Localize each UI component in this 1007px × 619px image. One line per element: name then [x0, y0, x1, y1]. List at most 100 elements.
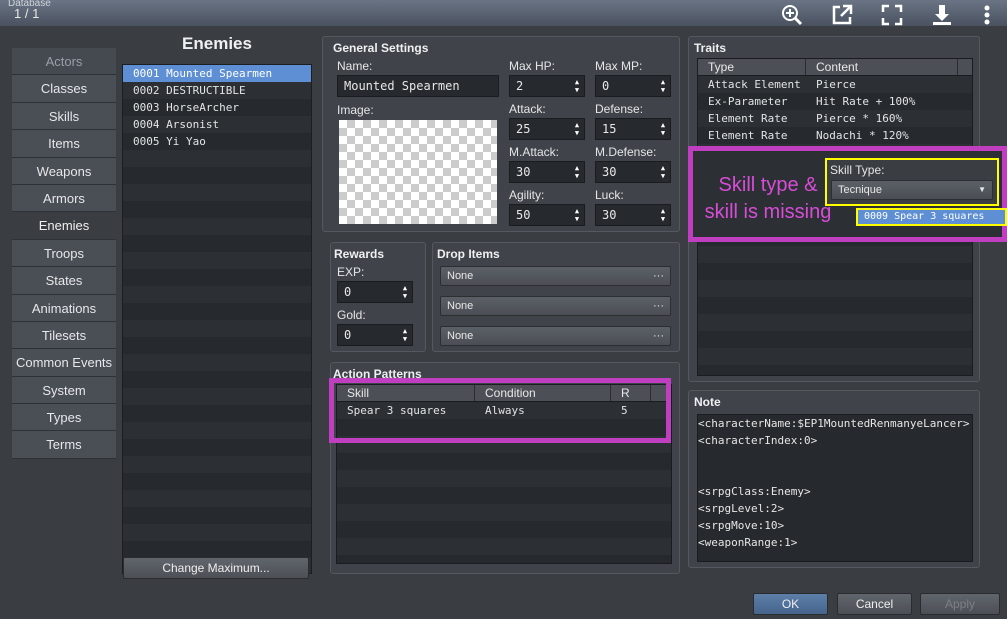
trait-type-cell: Element Rate [708, 129, 788, 142]
spinner-icon[interactable]: ▲ ▼ [658, 164, 668, 180]
column-type[interactable]: Type [698, 59, 806, 75]
spinner-icon[interactable]: ▲ ▼ [400, 284, 410, 300]
annotation-line: Skill type & [718, 174, 818, 196]
annotation-line: skill is missing [704, 201, 832, 223]
spinner-icon[interactable]: ▲ ▼ [572, 121, 582, 137]
tab-types[interactable]: Types [12, 404, 116, 432]
gold-value: 0 [344, 328, 352, 342]
trait-content-cell: Hit Rate + 100% [816, 95, 916, 108]
exp-value: 0 [344, 285, 352, 299]
trait-type-cell: Ex-Parameter [708, 95, 788, 108]
cancel-button[interactable]: Cancel [837, 593, 912, 615]
name-field[interactable]: Mounted Spearmen [337, 75, 499, 97]
attack-field[interactable]: 25 ▲ ▼ [509, 118, 585, 140]
table-row[interactable]: Ex-Parameter Hit Rate + 100% [698, 93, 972, 110]
spinner-icon[interactable]: ▲ ▼ [400, 327, 410, 343]
page-counter: 1 / 1 [14, 6, 40, 21]
enemy-image-preview[interactable] [339, 120, 497, 224]
skill-selector[interactable]: 0009 Spear 3 squares [856, 208, 1007, 226]
traits-title: Traits [694, 41, 727, 55]
list-item[interactable]: 0004 Arsonist [123, 116, 311, 133]
defense-value: 15 [602, 122, 617, 136]
list-item[interactable]: 0005 Yi Yao [123, 133, 311, 150]
spinner-icon[interactable]: ▲ ▼ [658, 207, 668, 223]
more-options-icon: ··· [653, 330, 664, 342]
annotation-text: Skill type & skill is missing [702, 172, 834, 226]
defense-field[interactable]: 15 ▲ ▼ [595, 118, 671, 140]
tab-actors[interactable]: Actors [12, 48, 116, 76]
list-item[interactable]: 0002 DESTRUCTIBLE [123, 82, 311, 99]
tab-weapons[interactable]: Weapons [12, 157, 116, 185]
trait-content-cell: Pierce [816, 78, 856, 91]
tab-animations[interactable]: Animations [12, 294, 116, 322]
drop-items-title: Drop Items [437, 247, 500, 261]
trait-content-cell: Nodachi * 120% [816, 129, 909, 142]
spinner-icon[interactable]: ▲ ▼ [658, 121, 668, 137]
list-title: Enemies [182, 34, 252, 53]
max-mp-field[interactable]: 0 ▲ ▼ [595, 75, 671, 97]
database-window: Actors Classes Skills Items Weapons Armo… [0, 26, 1007, 619]
attack-label: Attack: [509, 102, 546, 116]
skill-type-box: Skill Type: Tecnique ▼ [825, 158, 999, 206]
table-header: Type Content [698, 59, 972, 76]
gold-label: Gold: [337, 308, 366, 322]
tab-system[interactable]: System [12, 376, 116, 405]
trait-type-cell: Attack Element [708, 78, 801, 91]
note-text: <characterName:$EP1MountedRenmanyeLancer… [698, 417, 970, 549]
trait-content-cell: Pierce * 160% [816, 112, 903, 125]
apply-button[interactable]: Apply [920, 593, 1000, 615]
drop-item-value: None [447, 270, 474, 282]
m-attack-field[interactable]: 30 ▲ ▼ [509, 161, 585, 183]
m-defense-field[interactable]: 30 ▲ ▼ [595, 161, 671, 183]
max-mp-label: Max MP: [595, 59, 643, 73]
tab-enemies[interactable]: Enemies [12, 212, 116, 240]
tab-tilesets[interactable]: Tilesets [12, 321, 116, 350]
drop-item-selector[interactable]: None ··· [440, 266, 671, 286]
trait-type-cell: Element Rate [708, 112, 788, 125]
table-row[interactable]: Element Rate Pierce * 160% [698, 110, 972, 127]
max-hp-value: 2 [516, 79, 524, 93]
tab-terms[interactable]: Terms [12, 431, 116, 459]
note-title: Note [694, 395, 721, 409]
table-row[interactable]: Attack Element Pierce [698, 76, 972, 93]
luck-label: Luck: [595, 188, 624, 202]
tab-items[interactable]: Items [12, 130, 116, 158]
spinner-icon[interactable]: ▲ ▼ [572, 78, 582, 94]
max-mp-value: 0 [602, 79, 610, 93]
change-maximum-button[interactable]: Change Maximum... [123, 557, 309, 579]
image-label: Image: [337, 103, 374, 117]
list-item[interactable]: 0003 HorseArcher [123, 99, 311, 116]
spinner-icon[interactable]: ▲ ▼ [572, 164, 582, 180]
spinner-icon[interactable]: ▲ ▼ [572, 207, 582, 223]
max-hp-field[interactable]: 2 ▲ ▼ [509, 75, 585, 97]
tab-states[interactable]: States [12, 267, 116, 295]
tab-skills[interactable]: Skills [12, 102, 116, 131]
name-label: Name: [337, 59, 373, 73]
tab-troops[interactable]: Troops [12, 239, 116, 268]
column-content[interactable]: Content [806, 59, 958, 75]
more-options-icon: ··· [653, 270, 664, 282]
skill-type-dropdown[interactable]: Tecnique ▼ [831, 180, 993, 200]
tab-armors[interactable]: Armors [12, 184, 116, 213]
luck-field[interactable]: 30 ▲ ▼ [595, 204, 671, 226]
enemy-list[interactable]: 0001 Mounted Spearmen 0002 DESTRUCTIBLE … [122, 64, 312, 574]
drop-item-value: None [447, 330, 474, 342]
drop-item-selector[interactable]: None ··· [440, 326, 671, 346]
skill-type-value: Tecnique [838, 184, 883, 196]
agility-field[interactable]: 50 ▲ ▼ [509, 204, 585, 226]
drop-item-value: None [447, 300, 474, 312]
agility-value: 50 [516, 208, 531, 222]
spinner-icon[interactable]: ▲ ▼ [658, 78, 668, 94]
gold-field[interactable]: 0 ▲ ▼ [337, 324, 413, 346]
tab-classes[interactable]: Classes [12, 75, 116, 103]
ok-button[interactable]: OK [753, 593, 828, 615]
list-item[interactable]: 0001 Mounted Spearmen [123, 65, 311, 82]
drop-item-selector[interactable]: None ··· [440, 296, 671, 316]
chevron-down-icon: ▼ [978, 185, 986, 194]
exp-field[interactable]: 0 ▲ ▼ [337, 281, 413, 303]
tab-common-events[interactable]: Common Events [12, 349, 116, 377]
skill-type-label: Skill Type: [830, 163, 885, 177]
table-row[interactable]: Element Rate Nodachi * 120% [698, 127, 972, 144]
exp-label: EXP: [337, 265, 365, 279]
m-attack-label: M.Attack: [509, 145, 560, 159]
